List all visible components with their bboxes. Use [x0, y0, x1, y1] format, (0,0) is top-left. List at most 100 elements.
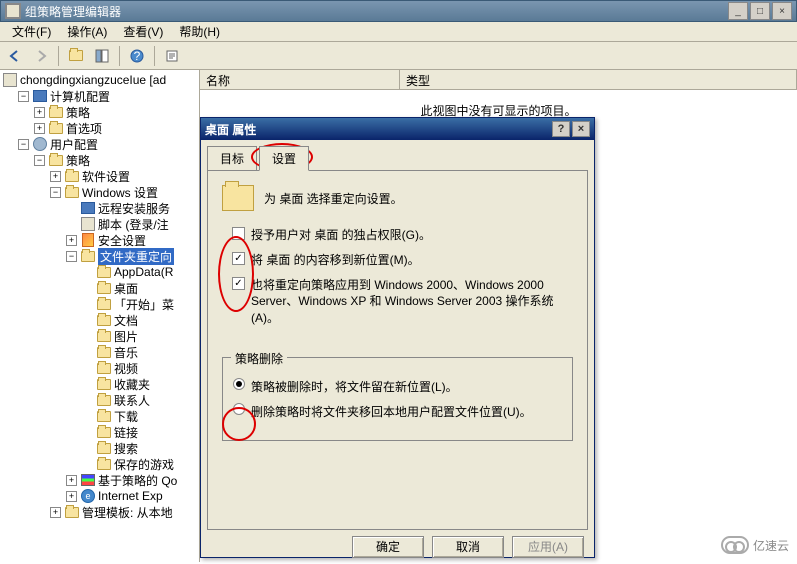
window-title: 组策略管理编辑器 — [25, 3, 728, 20]
checkbox-icon[interactable] — [232, 227, 245, 240]
tree-windows-settings[interactable]: −Windows 设置 — [2, 184, 197, 200]
tree-internet-explorer[interactable]: +eInternet Exp — [2, 488, 197, 504]
checkbox-move-contents[interactable]: 将 桌面 的内容移到新位置(M)。 — [232, 252, 573, 269]
tree-music[interactable]: 音乐 — [2, 344, 197, 360]
tab-body: 为 桌面 选择重定向设置。 授予用户对 桌面 的独占权限(G)。 将 桌面 的内… — [207, 170, 588, 530]
radio-move-back[interactable]: 删除策略时将文件夹移回本地用户配置文件位置(U)。 — [233, 403, 562, 420]
dialog-close-button[interactable]: × — [572, 121, 590, 137]
checkbox-icon[interactable] — [232, 252, 245, 265]
radio-label: 删除策略时将文件夹移回本地用户配置文件位置(U)。 — [251, 403, 532, 420]
tree: chongdingxiangzuceIue [ad −计算机配置 +策略 +首选… — [0, 70, 199, 522]
tree-links[interactable]: 链接 — [2, 424, 197, 440]
checkbox-apply-legacy[interactable]: 也将重定向策略应用到 Windows 2000、Windows 2000 Ser… — [232, 277, 573, 327]
tree-desktop[interactable]: 桌面 — [2, 280, 197, 296]
radio-leave-files[interactable]: 策略被删除时，将文件留在新位置(L)。 — [233, 378, 562, 395]
forward-button[interactable] — [30, 45, 52, 67]
dialog-titlebar[interactable]: 桌面 属性 ? × — [201, 118, 594, 140]
checkbox-icon[interactable] — [232, 277, 245, 290]
expand-icon[interactable]: + — [66, 475, 77, 486]
collapse-icon[interactable]: − — [18, 91, 29, 102]
tree-contacts[interactable]: 联系人 — [2, 392, 197, 408]
watermark-text: 亿速云 — [753, 537, 789, 554]
tree-user-cfg[interactable]: −用户配置 — [2, 136, 197, 152]
collapse-icon[interactable]: − — [18, 139, 29, 150]
checkbox-exclusive-rights[interactable]: 授予用户对 桌面 的独占权限(G)。 — [232, 227, 573, 244]
dialog-buttons: 确定 取消 应用(A) — [201, 530, 594, 564]
expand-icon[interactable]: + — [34, 123, 45, 134]
expand-icon[interactable]: + — [34, 107, 45, 118]
menu-action[interactable]: 操作(A) — [59, 21, 115, 42]
toolbar: ? — [0, 42, 797, 70]
checkbox-label: 也将重定向策略应用到 Windows 2000、Windows 2000 Ser… — [251, 277, 573, 327]
list-header: 名称 类型 — [200, 70, 797, 90]
window-buttons: _ □ × — [728, 2, 792, 20]
tree-software-settings[interactable]: +软件设置 — [2, 168, 197, 184]
collapse-icon[interactable]: − — [34, 155, 45, 166]
col-name[interactable]: 名称 — [200, 70, 400, 89]
tree-policy-qos[interactable]: +基于策略的 Qo — [2, 472, 197, 488]
tree-remote-install[interactable]: 远程安装服务 — [2, 200, 197, 216]
tree-scripts[interactable]: 脚本 (登录/注 — [2, 216, 197, 232]
tree-documents[interactable]: 文档 — [2, 312, 197, 328]
dialog-help-button[interactable]: ? — [552, 121, 570, 137]
menu-file[interactable]: 文件(F) — [4, 21, 59, 42]
show-tree-button[interactable] — [91, 45, 113, 67]
tree-searches[interactable]: 搜索 — [2, 440, 197, 456]
up-button[interactable] — [65, 45, 87, 67]
expand-icon[interactable]: + — [66, 491, 77, 502]
expand-icon[interactable]: + — [50, 171, 61, 182]
window-titlebar: 组策略管理编辑器 _ □ × — [0, 0, 797, 22]
tree-startmenu[interactable]: 「开始」菜 — [2, 296, 197, 312]
checkbox-label: 将 桌面 的内容移到新位置(M)。 — [251, 252, 420, 269]
expand-icon[interactable]: + — [50, 507, 61, 518]
menu-help[interactable]: 帮助(H) — [171, 21, 228, 42]
tree-policies[interactable]: +策略 — [2, 104, 197, 120]
dialog-description: 为 桌面 选择重定向设置。 — [264, 190, 403, 207]
group-legend: 策略删除 — [231, 350, 287, 367]
help-button[interactable]: ? — [126, 45, 148, 67]
apply-button[interactable]: 应用(A) — [512, 536, 584, 558]
ok-button[interactable]: 确定 — [352, 536, 424, 558]
tree-folder-redirect[interactable]: −文件夹重定向 — [2, 248, 197, 264]
dialog-title: 桌面 属性 — [205, 121, 552, 138]
cancel-button[interactable]: 取消 — [432, 536, 504, 558]
menu-view[interactable]: 查看(V) — [115, 21, 171, 42]
maximize-button[interactable]: □ — [750, 2, 770, 20]
watermark-icon — [721, 536, 749, 554]
export-button[interactable] — [161, 45, 183, 67]
tree-root[interactable]: chongdingxiangzuceIue [ad — [2, 72, 197, 88]
main-area: chongdingxiangzuceIue [ad −计算机配置 +策略 +首选… — [0, 70, 797, 562]
svg-text:?: ? — [134, 49, 141, 63]
watermark: 亿速云 — [721, 536, 789, 554]
radio-icon[interactable] — [233, 403, 245, 415]
collapse-icon[interactable]: − — [66, 251, 77, 262]
tree-saved-games[interactable]: 保存的游戏 — [2, 456, 197, 472]
minimize-button[interactable]: _ — [728, 2, 748, 20]
tree-policies2[interactable]: −策略 — [2, 152, 197, 168]
collapse-icon[interactable]: − — [50, 187, 61, 198]
tab-settings[interactable]: 设置 — [259, 146, 309, 171]
tree-security-settings[interactable]: +安全设置 — [2, 232, 197, 248]
radio-label: 策略被删除时，将文件留在新位置(L)。 — [251, 378, 458, 395]
back-button[interactable] — [4, 45, 26, 67]
policy-removal-group: 策略删除 策略被删除时，将文件留在新位置(L)。 删除策略时将文件夹移回本地用户… — [222, 357, 573, 441]
checkbox-label: 授予用户对 桌面 的独占权限(G)。 — [251, 227, 431, 244]
tree-pictures[interactable]: 图片 — [2, 328, 197, 344]
col-type[interactable]: 类型 — [400, 70, 797, 89]
tree-appdata[interactable]: AppData(R — [2, 264, 197, 280]
tab-target[interactable]: 目标 — [207, 146, 257, 170]
menubar: 文件(F) 操作(A) 查看(V) 帮助(H) — [0, 22, 797, 42]
properties-dialog: 桌面 属性 ? × 目标 设置 为 桌面 选择重定向设置。 授予用户对 桌面 的… — [200, 117, 595, 558]
tree-videos[interactable]: 视频 — [2, 360, 197, 376]
radio-icon[interactable] — [233, 378, 245, 390]
close-button[interactable]: × — [772, 2, 792, 20]
expand-icon[interactable]: + — [66, 235, 77, 246]
tree-admin-templates[interactable]: +管理模板: 从本地 — [2, 504, 197, 520]
folder-icon — [222, 185, 254, 211]
tree-computer-cfg[interactable]: −计算机配置 — [2, 88, 197, 104]
tree-favorites[interactable]: 收藏夹 — [2, 376, 197, 392]
tree-downloads[interactable]: 下载 — [2, 408, 197, 424]
tab-strip: 目标 设置 — [201, 140, 594, 170]
content-panel: 名称 类型 此视图中没有可显示的项目。 桌面 属性 ? × 目标 设置 为 桌面… — [200, 70, 797, 562]
tree-preferences[interactable]: +首选项 — [2, 120, 197, 136]
